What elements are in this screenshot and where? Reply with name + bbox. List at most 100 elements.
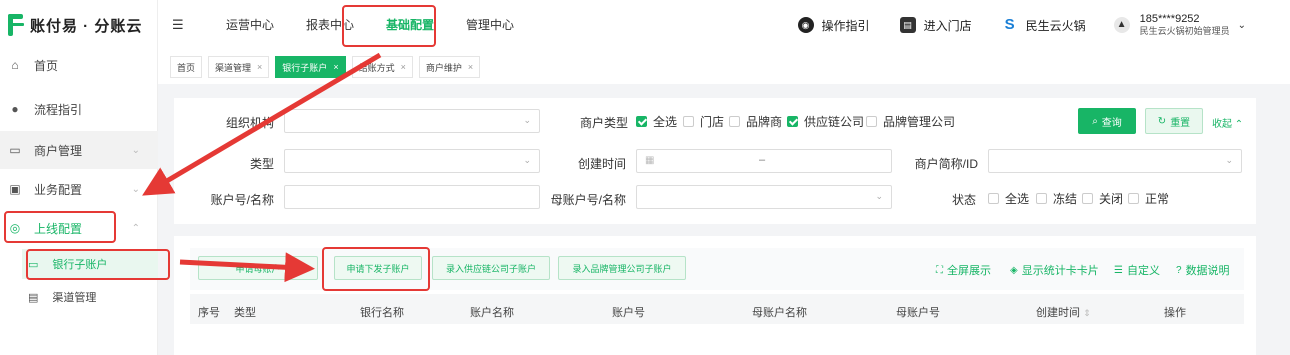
merchant-type-supply-checkbox[interactable]: 供应链公司 <box>787 113 864 130</box>
checkbox-icon <box>866 116 877 127</box>
col-header-actions: 操作 <box>1164 307 1186 319</box>
merchant-type-brandmgmt-checkbox[interactable]: 品牌管理公司 <box>866 113 955 130</box>
header-tools: ◉ 操作指引 ▤ 进入门店 S 民生云火锅 ▲ 185****9252 民生云火… <box>768 0 1290 50</box>
apply-main-account-button[interactable]: 申请母账户 <box>198 256 318 280</box>
fullscreen-link[interactable]: ⛶ 全屏展示 <box>936 262 991 278</box>
calendar-icon: ▦ <box>645 155 655 166</box>
status-label: 状态 <box>951 193 976 207</box>
tab-home[interactable]: 首页 <box>170 56 203 78</box>
topnav-ops[interactable]: 运营中心 <box>210 0 290 50</box>
col-header-account-name: 账户名称 <box>470 307 514 319</box>
show-stats-link[interactable]: ◈ 显示统计卡卡片 <box>1010 262 1099 278</box>
org-select[interactable]: ⌄ <box>284 109 540 133</box>
topnav-admin[interactable]: 管理中心 <box>450 0 530 50</box>
reset-button[interactable]: ↻ 重置 <box>1145 108 1203 134</box>
merchant-type-store-checkbox[interactable]: 门店 <box>683 113 724 130</box>
help-icon: ? <box>1176 264 1182 276</box>
checkbox-label: 冻结 <box>1053 192 1078 206</box>
checkbox-checked-icon <box>787 116 798 127</box>
chevron-down-icon: ⌄ <box>131 183 140 195</box>
status-normal-checkbox[interactable]: 正常 <box>1128 190 1169 207</box>
guide-button[interactable]: ◉ 操作指引 <box>797 17 870 34</box>
enter-store-button[interactable]: ▤ 进入门店 <box>899 17 972 34</box>
add-brand-sub-account-button[interactable]: 录入品牌管理公司子账户 <box>558 256 686 280</box>
parent-account-select[interactable]: ⌄ <box>636 185 892 209</box>
header-label: 创建时间 <box>1036 307 1080 319</box>
checkbox-icon <box>1036 193 1047 204</box>
merchant-type-brand-checkbox[interactable]: 品牌商 <box>729 113 782 130</box>
customize-link[interactable]: ☰ 自定义 <box>1114 262 1160 278</box>
logo-mark-icon <box>6 14 24 36</box>
chevron-down-icon: ⌄ <box>1225 155 1233 165</box>
sidebar-item-home[interactable]: ⌂ 首页 <box>0 46 158 84</box>
checkbox-label: 供应链公司 <box>804 115 865 129</box>
add-supply-sub-account-button[interactable]: 录入供应链公司子账户 <box>432 256 550 280</box>
status-frozen-checkbox[interactable]: 冻结 <box>1036 190 1077 207</box>
merchant-type-all-checkbox[interactable]: 全选 <box>636 113 677 130</box>
top-header: ☰ 运营中心 报表中心 基础配置 管理中心 ◉ 操作指引 ▤ 进入门店 S 民生… <box>158 0 1290 50</box>
status-closed-checkbox[interactable]: 关闭 <box>1082 190 1123 207</box>
created-time-range[interactable]: ▦ – <box>636 149 892 173</box>
checkbox-label: 关闭 <box>1099 192 1124 206</box>
status-all-checkbox[interactable]: 全选 <box>988 190 1029 207</box>
checkbox-label: 全选 <box>1005 192 1030 206</box>
store-label: 进入门店 <box>923 18 972 33</box>
created-time-label: 创建时间 <box>577 157 626 171</box>
close-icon[interactable]: × <box>468 62 473 72</box>
button-label: 申请母账户 <box>235 263 281 274</box>
search-button-label: 查询 <box>1101 117 1122 129</box>
fullscreen-icon: ⛶ <box>936 264 943 276</box>
app-root: 账付易 · 分账云 ⌂ 首页 ● 流程指引 ▭ 商户管理 ⌄ ▣ 业务配置 ⌄ … <box>0 0 1290 355</box>
checkbox-label: 正常 <box>1145 192 1170 206</box>
bank-logo-icon: S <box>1004 16 1015 33</box>
close-icon[interactable]: × <box>401 62 406 72</box>
col-header-created-time[interactable]: 创建时间 ⇕ <box>1036 304 1091 320</box>
checkbox-label: 品牌商 <box>746 115 783 129</box>
merchant-short-select[interactable]: ⌄ <box>988 149 1242 173</box>
link-label: 自定义 <box>1126 265 1160 277</box>
account-label: 账户号/名称 <box>210 193 274 207</box>
checkbox-label: 门店 <box>700 115 725 129</box>
menu-fold-icon[interactable]: ☰ <box>172 17 186 33</box>
user-role: 民生云火锅初始管理员 <box>1139 26 1230 36</box>
col-header-account-no: 账户号 <box>612 307 645 319</box>
sidebar-item-business[interactable]: ▣ 业务配置 ⌄ <box>0 170 158 208</box>
sort-icon: ⇕ <box>1083 308 1091 318</box>
checkbox-icon <box>683 116 694 127</box>
search-button[interactable]: ⌕ 查询 <box>1078 108 1136 134</box>
tab-bank-account[interactable]: 银行子账户 × <box>275 56 346 78</box>
col-header-bank-name: 银行名称 <box>360 307 404 319</box>
chevron-down-icon: ⌄ <box>1237 19 1246 31</box>
sidebar-item-merchant[interactable]: ▭ 商户管理 ⌄ <box>0 131 158 169</box>
link-label: 数据说明 <box>1185 265 1230 277</box>
type-select[interactable]: ⌄ <box>284 149 540 173</box>
sidebar-item-guide[interactable]: ● 流程指引 <box>0 90 158 128</box>
tab-merchant-maint[interactable]: 商户维护 × <box>418 56 481 78</box>
compass-icon: ◉ <box>797 17 814 33</box>
link-label: 全屏展示 <box>947 265 991 277</box>
tenant-switcher[interactable]: S 民生云火锅 <box>1002 17 1086 34</box>
parent-account-label: 母账户号/名称 <box>550 193 626 207</box>
chevron-up-icon: ⌃ <box>131 222 140 234</box>
collapse-link[interactable]: 收起 ⌃ <box>1212 115 1243 130</box>
tab-channel[interactable]: 渠道管理 × <box>208 56 270 78</box>
tab-label: 结账方式 <box>358 62 395 73</box>
checkbox-icon <box>729 116 740 127</box>
data-description-link[interactable]: ? 数据说明 <box>1176 262 1230 278</box>
search-icon: ⌕ <box>1092 115 1098 127</box>
tab-label: 商户维护 <box>425 62 462 73</box>
tab-label: 银行子账户 <box>282 62 328 73</box>
tab-settlement[interactable]: 结账方式 × <box>351 56 413 78</box>
user-info: 185****9252 民生云火锅初始管理员 <box>1140 13 1230 37</box>
user-menu[interactable]: ▲ 185****9252 民生云火锅初始管理员 ⌄ <box>1113 13 1246 37</box>
tab-label: 渠道管理 <box>215 62 252 73</box>
chevron-down-icon: ⌄ <box>875 191 883 201</box>
checkbox-icon <box>1082 193 1093 204</box>
bulb-icon: ● <box>11 102 19 116</box>
close-icon[interactable]: × <box>333 62 338 72</box>
merchant-type-label: 商户类型 <box>579 116 628 130</box>
account-input[interactable] <box>284 185 540 209</box>
sidebar-subitem-channel[interactable]: ▤ 渠道管理 <box>22 282 158 312</box>
close-icon[interactable]: × <box>257 62 262 72</box>
merchant-icon: ▭ <box>9 143 21 157</box>
